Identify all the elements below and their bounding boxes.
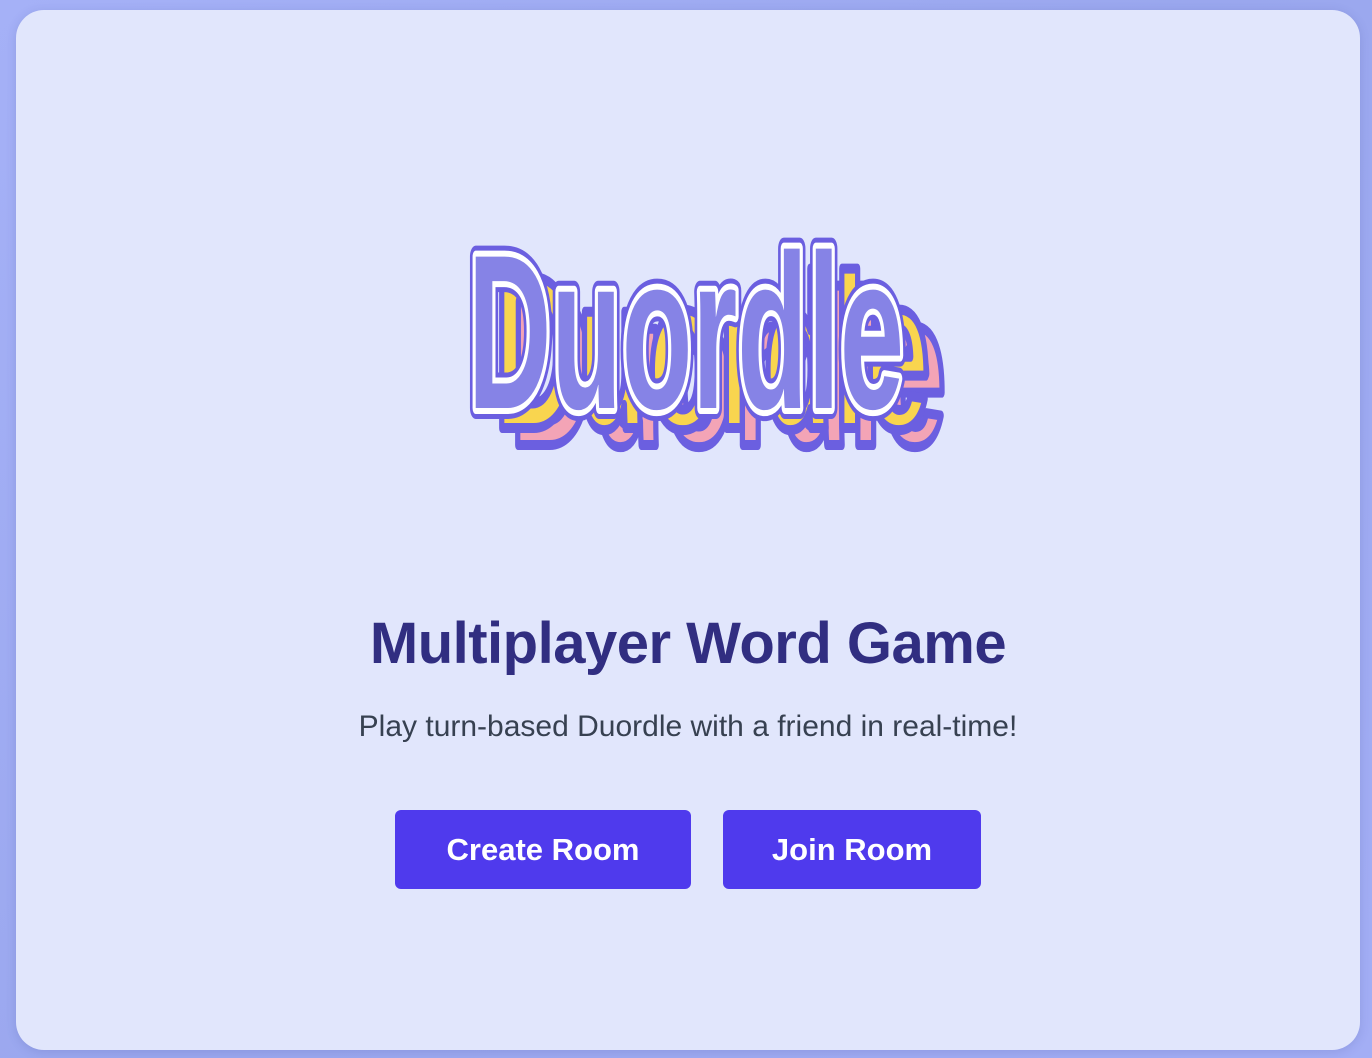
page-title: Multiplayer Word Game (369, 611, 1007, 676)
logo-text: Duordle (468, 209, 904, 455)
logo-graphic: Duordle Duordle Duordle Duordle Duordle (457, 198, 951, 497)
page-subtitle: Play turn-based Duordle with a friend in… (358, 710, 1018, 743)
landing-card: Duordle Duordle Duordle Duordle Duordle … (16, 10, 1360, 1050)
duordle-logo: Duordle Duordle Duordle Duordle Duordle (436, 190, 976, 500)
create-room-button[interactable]: Create Room (395, 810, 691, 889)
join-room-button[interactable]: Join Room (723, 810, 981, 889)
